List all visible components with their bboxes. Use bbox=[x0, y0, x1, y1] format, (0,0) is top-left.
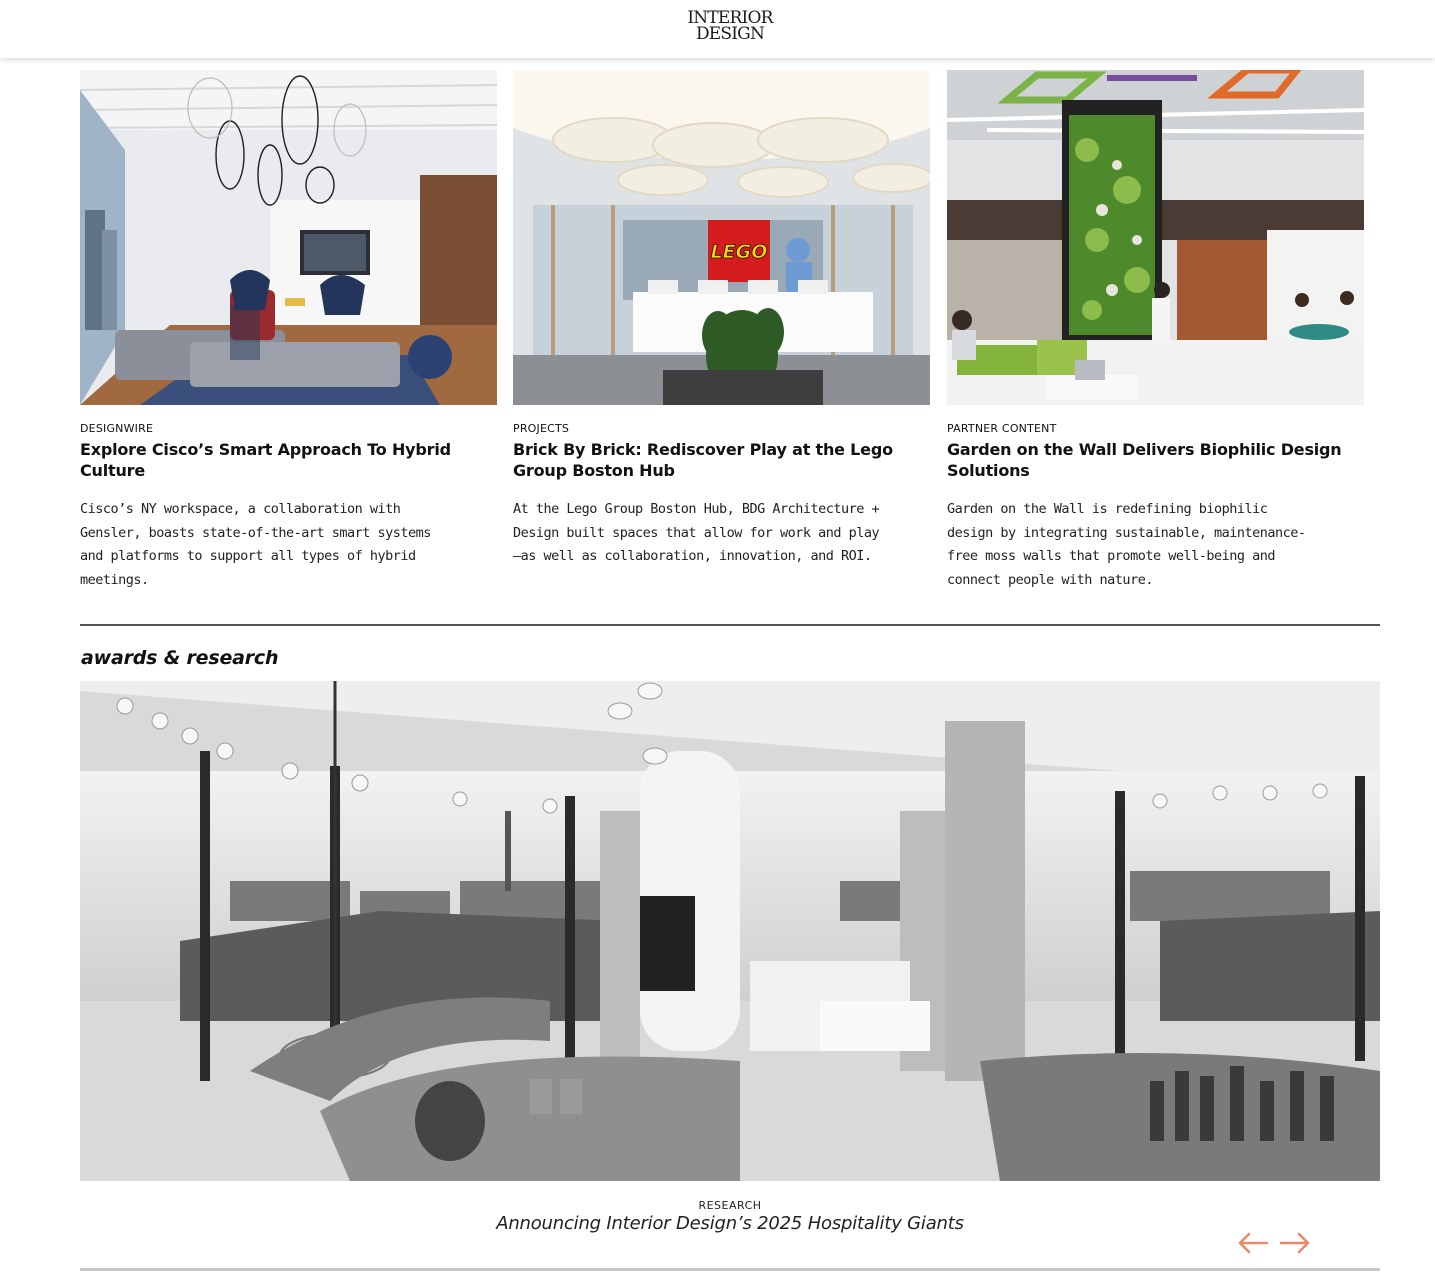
arrow-right-icon bbox=[1279, 1232, 1310, 1254]
card-description: Cisco’s NY workspace, a collaboration wi… bbox=[80, 501, 431, 588]
card-description: Garden on the Wall is redefining biophil… bbox=[947, 501, 1306, 588]
arrow-left-icon bbox=[1238, 1232, 1269, 1254]
card-title[interactable]: Garden on the Wall Delivers Biophilic De… bbox=[947, 439, 1347, 481]
article-card-cisco: DESIGNWIRE Explore Cisco’s Smart Approac… bbox=[80, 70, 500, 592]
card-title[interactable]: Brick By Brick: Rediscover Play at the L… bbox=[513, 439, 913, 481]
site-header: INTERIOR DESIGN bbox=[0, 0, 1435, 58]
card-image-lego-hub[interactable]: LEGO bbox=[513, 70, 930, 405]
article-card-lego: LEGO PROJECTS Brick By Brick: Rediscover… bbox=[513, 70, 933, 569]
card-image-moss-wall[interactable] bbox=[947, 70, 1364, 405]
section-divider bbox=[80, 624, 1380, 626]
card-kicker[interactable]: PARTNER CONTENT bbox=[947, 422, 1367, 435]
logo-line-2: DESIGN bbox=[695, 24, 765, 44]
card-kicker[interactable]: DESIGNWIRE bbox=[80, 422, 500, 435]
card-description: At the Lego Group Boston Hub, BDG Archit… bbox=[513, 501, 880, 564]
article-card-garden: PARTNER CONTENT Garden on the Wall Deliv… bbox=[947, 70, 1367, 592]
card-kicker[interactable]: PROJECTS bbox=[513, 422, 933, 435]
lego-logo: LEGO bbox=[711, 241, 768, 263]
carousel-prev-button[interactable] bbox=[1236, 1229, 1270, 1257]
card-title[interactable]: Explore Cisco’s Smart Approach To Hybrid… bbox=[80, 439, 480, 481]
feature-image-hotel-suite[interactable] bbox=[80, 681, 1380, 1181]
section-bottom-divider bbox=[80, 1268, 1380, 1271]
section-heading-awards[interactable]: awards & research bbox=[81, 647, 279, 669]
carousel-next-button[interactable] bbox=[1278, 1229, 1312, 1257]
site-logo[interactable]: INTERIOR DESIGN bbox=[682, 10, 778, 44]
feature-title[interactable]: Announcing Interior Design’s 2025 Hospit… bbox=[80, 1213, 1380, 1234]
card-image-cisco-office[interactable] bbox=[80, 70, 497, 405]
feature-kicker[interactable]: RESEARCH bbox=[80, 1199, 1380, 1212]
